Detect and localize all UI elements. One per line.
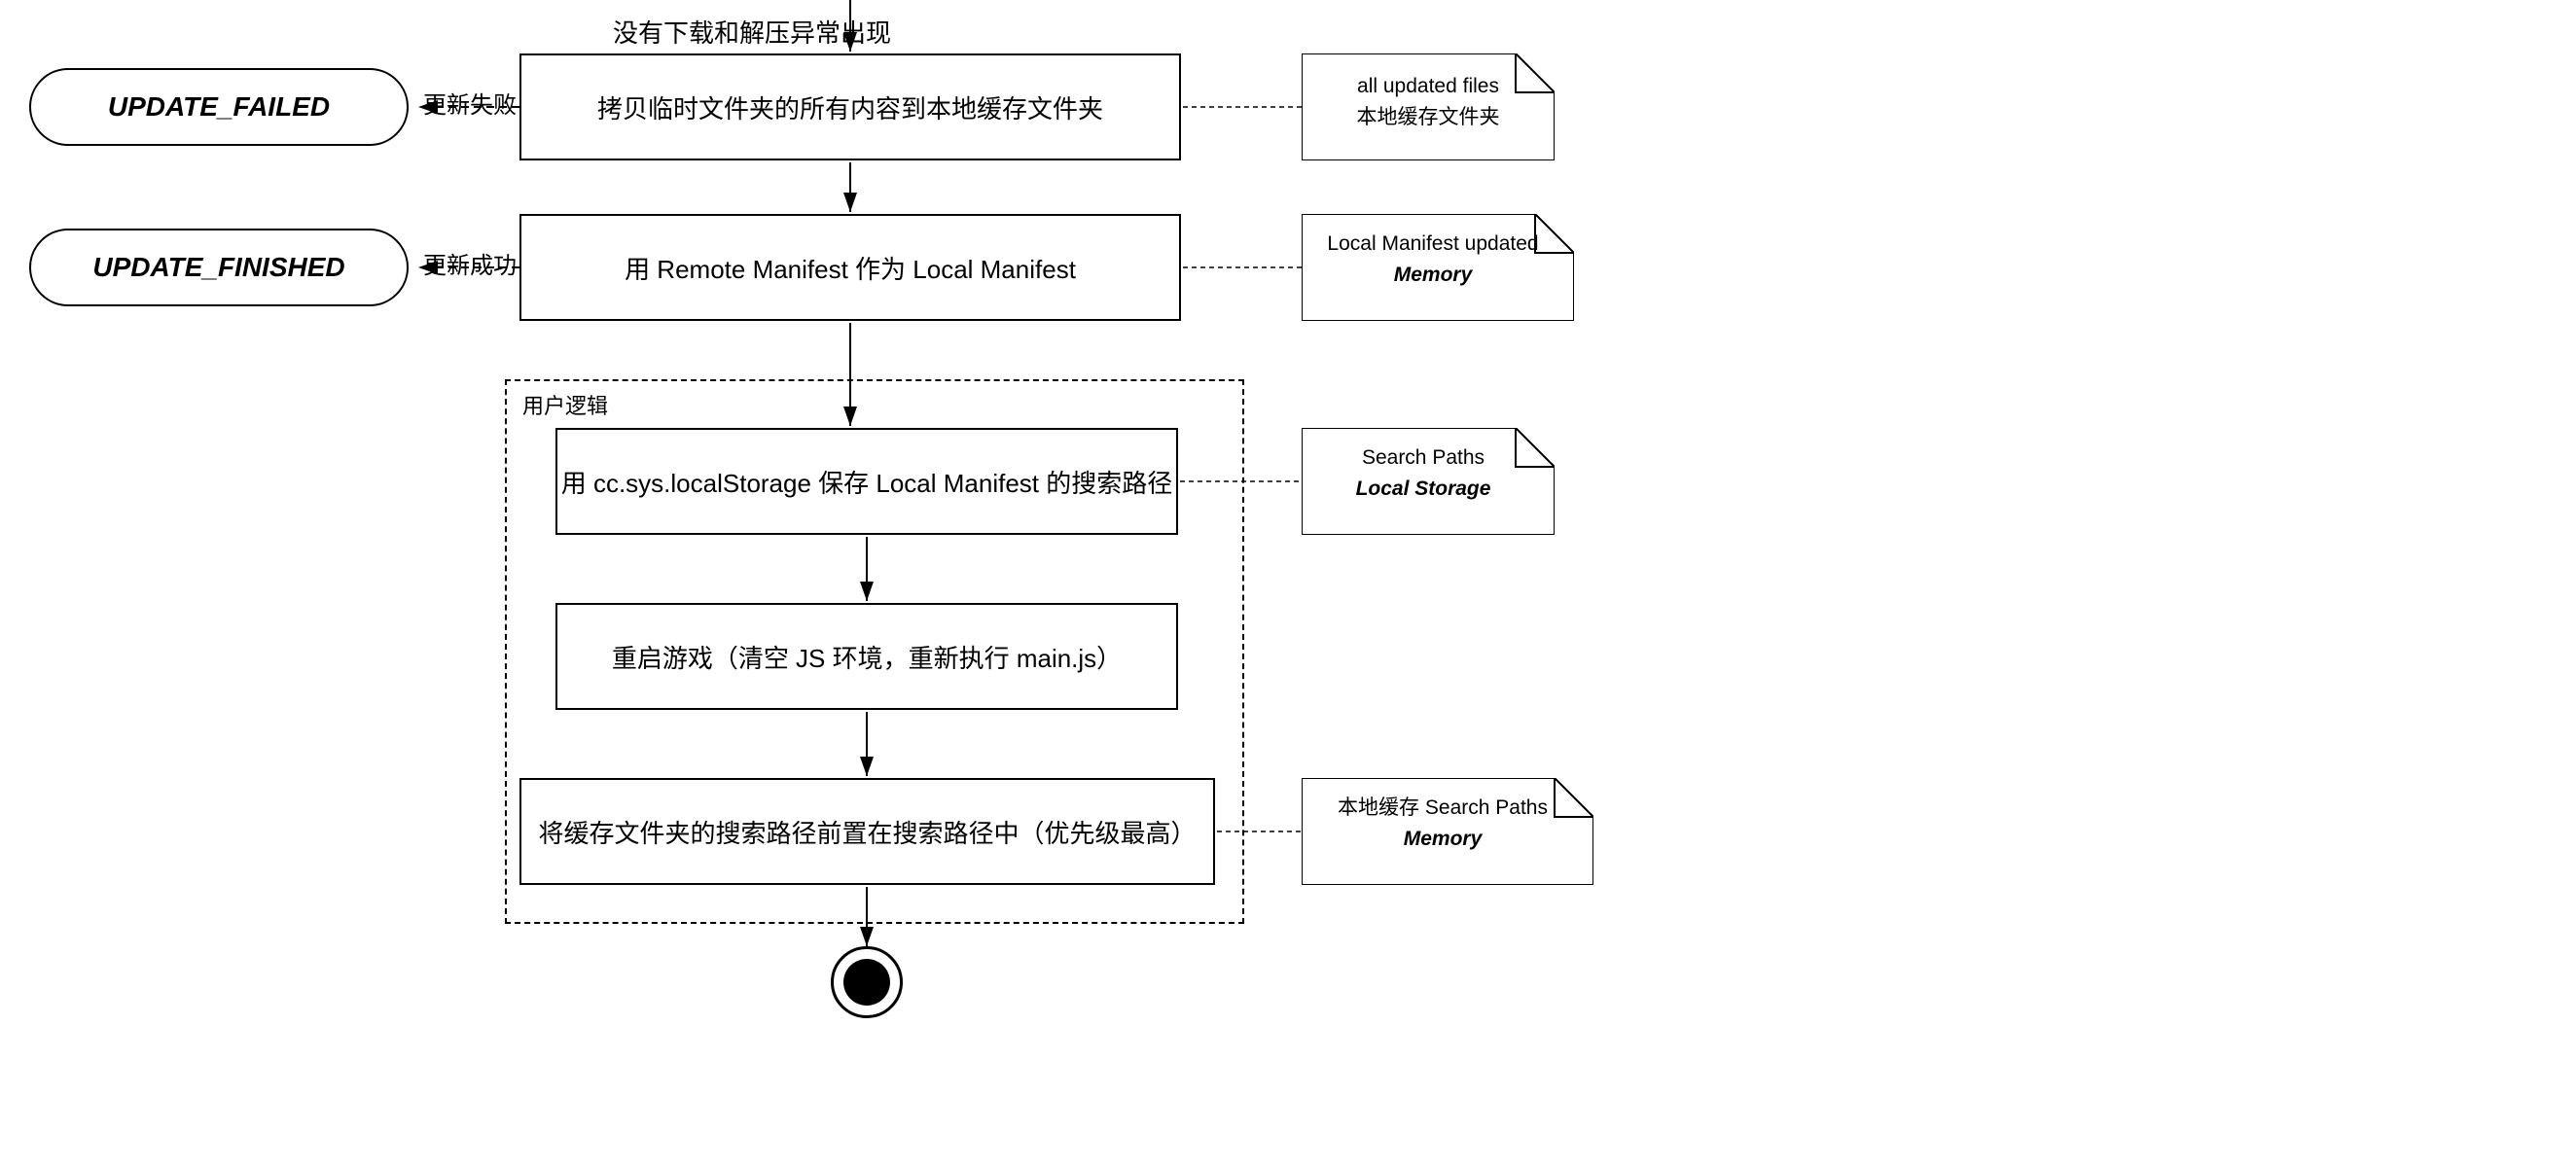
restart-box: 重启游戏（清空 JS 环境，重新执行 main.js）: [555, 603, 1178, 710]
manifest-box: 用 Remote Manifest 作为 Local Manifest: [519, 214, 1181, 321]
end-node: [831, 946, 903, 1018]
update-finished-oval: UPDATE_FINISHED: [29, 229, 409, 306]
doc-local-cache-text: all updated files 本地缓存文件夹: [1311, 71, 1545, 132]
doc-memory: Local Manifest updated Memory: [1302, 214, 1574, 321]
update-failed-oval: UPDATE_FAILED: [29, 68, 409, 146]
end-inner: [843, 959, 890, 1006]
save-paths-box: 用 cc.sys.localStorage 保存 Local Manifest …: [555, 428, 1178, 535]
diagram-container: 用户逻辑 没有下载和解压异常出现 拷贝临时文件夹的所有内容到本地缓存文件夹 更新…: [0, 0, 2576, 1167]
doc-memory2: 本地缓存 Search Paths Memory: [1302, 778, 1593, 885]
update-success-label: 更新成功: [423, 246, 517, 280]
doc-local-storage-text: Search Paths Local Storage: [1311, 442, 1535, 504]
doc-local-cache: all updated files 本地缓存文件夹: [1302, 53, 1555, 160]
doc-memory-text: Local Manifest updated Memory: [1311, 229, 1555, 290]
exception-label: 没有下载和解压异常出现: [613, 14, 891, 50]
update-failed-label: 更新失败: [423, 86, 517, 120]
user-logic-label: 用户逻辑: [522, 389, 608, 420]
doc-memory2-text: 本地缓存 Search Paths Memory: [1311, 793, 1574, 854]
doc-local-storage: Search Paths Local Storage: [1302, 428, 1555, 535]
copy-box: 拷贝临时文件夹的所有内容到本地缓存文件夹: [519, 53, 1181, 160]
prepend-box: 将缓存文件夹的搜索路径前置在搜索路径中（优先级最高）: [519, 778, 1215, 885]
flow-arrows: [0, 0, 2576, 1167]
